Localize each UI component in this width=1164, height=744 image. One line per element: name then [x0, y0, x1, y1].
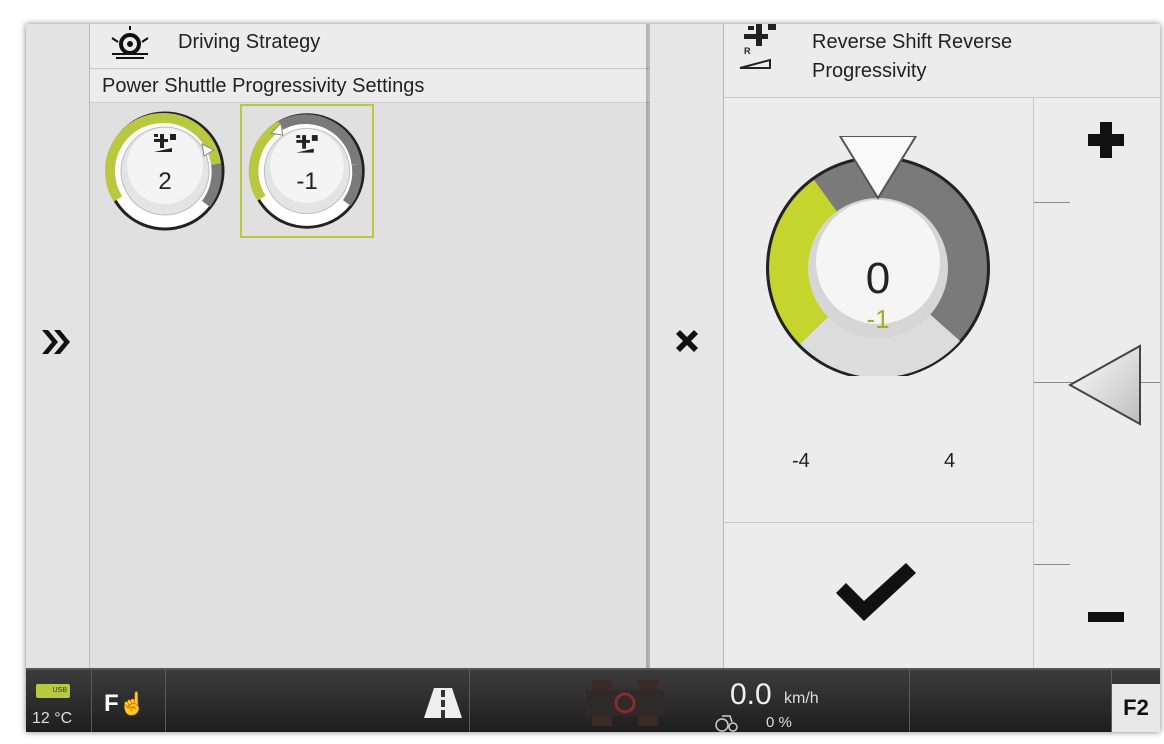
temperature: 12 °C [32, 710, 73, 727]
terminal-screen: Driving Strategy Power Shuttle Progressi… [26, 24, 1160, 732]
confirm-button[interactable] [724, 522, 1034, 668]
road-mode-cell[interactable] [166, 670, 470, 732]
usb-temp-cell: USB 12 °C [26, 670, 92, 732]
status-bar: USB 12 °C F☝ 0.0 km/h 0 % F2 [26, 668, 1160, 732]
nav-strip [26, 24, 90, 668]
plus-icon[interactable] [1086, 120, 1126, 160]
check-icon [836, 563, 916, 621]
slider-pointer-icon[interactable] [1068, 344, 1144, 426]
new-value: -1 [866, 304, 890, 334]
forward-progressivity-dial[interactable]: 2 [98, 104, 232, 238]
slider-tick [1034, 202, 1070, 203]
settings-panel: Driving Strategy Power Shuttle Progressi… [90, 24, 650, 668]
edit-header: R Reverse Shift Reverse Progressivity [724, 24, 1160, 98]
usb-icon: USB [36, 684, 70, 698]
slider-tick [1034, 564, 1070, 565]
double-chevron-right-icon[interactable] [38, 324, 74, 360]
tractor-icon [586, 680, 664, 726]
breadcrumb-label: Driving Strategy [178, 31, 321, 53]
slip-icon [715, 715, 738, 732]
empty-status-cell [910, 670, 1112, 732]
dial-value: -1 [296, 168, 318, 195]
shuttle-progressivity-icon: R [739, 24, 776, 69]
f-hand-icon: F☝ [104, 690, 147, 717]
driving-strategy-icon [111, 26, 149, 59]
edit-title: Reverse Shift Reverse Progressivity [812, 31, 1013, 82]
svg-text:R: R [744, 46, 751, 56]
cancel-strip [650, 24, 724, 668]
value-slider[interactable] [1034, 98, 1160, 668]
section-title: Power Shuttle Progressivity Settings [90, 69, 650, 103]
road-icon [424, 688, 462, 718]
f-hand-button[interactable]: F☝ [92, 670, 166, 732]
close-icon[interactable] [670, 324, 704, 358]
speed-unit: km/h [784, 690, 819, 707]
max-label: 4 [944, 450, 956, 472]
vehicle-status-cell [470, 670, 910, 732]
f2-button[interactable]: F2 [1112, 684, 1160, 732]
speed-value: 0.0 [730, 678, 772, 711]
progressivity-dial[interactable]: 0 -1 -4 4 [724, 98, 1034, 522]
edit-panel: R Reverse Shift Reverse Progressivity 0 … [724, 24, 1160, 668]
breadcrumb-header[interactable]: Driving Strategy [90, 24, 650, 69]
reverse-progressivity-dial[interactable]: -1 [240, 104, 374, 238]
dial-value: 2 [158, 168, 172, 195]
minus-icon[interactable] [1086, 610, 1126, 624]
min-label: -4 [792, 450, 810, 472]
slip-value: 0 % [766, 714, 792, 731]
current-value: 0 [865, 254, 891, 303]
